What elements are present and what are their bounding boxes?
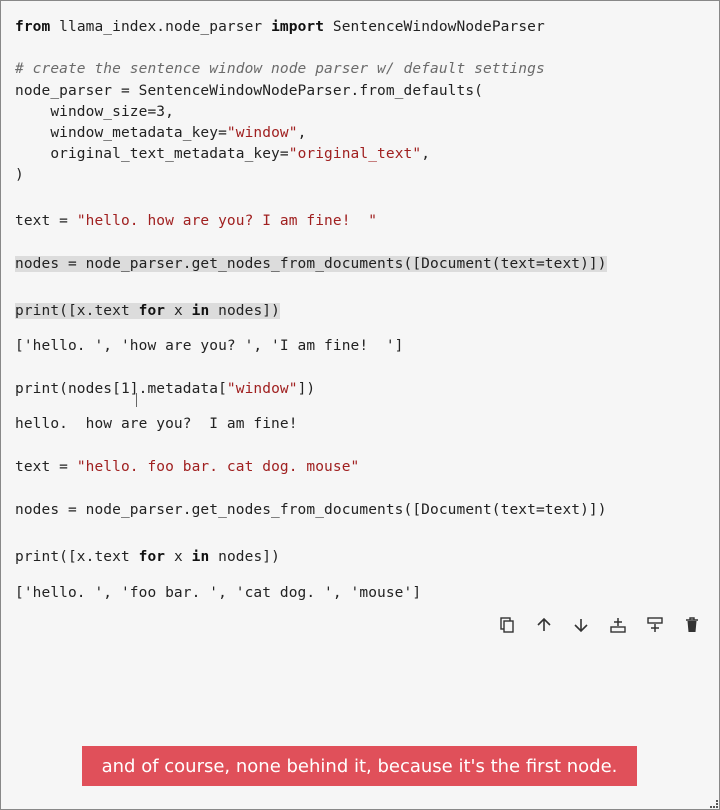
module-name: llama_index.node_parser — [50, 19, 272, 35]
keyword-for: for — [138, 303, 166, 319]
print-call: print([x.text — [15, 549, 139, 565]
code-line-print-2[interactable]: print(nodes[1].metadata["window"]) — [15, 379, 315, 399]
selected-code: nodes = node_parser.get_nodes_from_docum… — [15, 256, 607, 272]
duplicate-cell-button[interactable] — [488, 612, 525, 638]
import-name: SentenceWindowNodeParser — [324, 19, 545, 35]
print-call: print(nodes[1].metadata[ — [15, 381, 227, 397]
keyword-in: in — [191, 303, 210, 319]
code-line-window-size[interactable]: window_size=3, — [15, 102, 174, 122]
code-comment[interactable]: # create the sentence window node parser… — [15, 59, 545, 79]
string-literal: "hello. how are you? I am fine! " — [76, 213, 378, 229]
code-line-import[interactable]: from llama_index.node_parser import Sent… — [15, 17, 545, 37]
code-line-original-key[interactable]: original_text_metadata_key="original_tex… — [15, 144, 430, 164]
text-cursor — [136, 393, 139, 407]
keyword-from: from — [15, 19, 51, 35]
selected-print: print([x.text for x in nodes]) — [15, 303, 280, 319]
video-caption: and of course, none behind it, because i… — [82, 746, 637, 786]
code-line-print-3[interactable]: print([x.text for x in nodes]) — [15, 547, 280, 567]
keyword-in: in — [191, 549, 210, 565]
insert-above-icon — [646, 617, 663, 632]
move-down-button[interactable] — [562, 612, 599, 638]
move-up-button[interactable] — [525, 612, 562, 638]
insert-below-icon — [609, 618, 626, 633]
assignment: text = — [15, 213, 77, 229]
code-line-print-1[interactable]: print([x.text for x in nodes]) — [15, 301, 280, 321]
output-1: ['hello. ', 'how are you? ', 'I am fine!… — [15, 338, 404, 354]
code-line-window-key[interactable]: window_metadata_key="window", — [15, 123, 306, 143]
cell-toolbar — [488, 612, 710, 638]
arg-name: original_text_metadata_key= — [15, 146, 289, 162]
string-literal: "original_text" — [288, 146, 422, 162]
duplicate-icon — [499, 617, 514, 633]
insert-below-button[interactable] — [599, 612, 636, 638]
print-args: nodes]) — [209, 303, 280, 319]
resize-handle[interactable] — [710, 800, 718, 808]
move-up-icon — [536, 617, 551, 631]
code-line-close-paren[interactable]: ) — [15, 165, 24, 185]
comma: , — [421, 146, 431, 162]
arg-name: window_metadata_key= — [15, 125, 227, 141]
code-line-nodes-1[interactable]: nodes = node_parser.get_nodes_from_docum… — [15, 254, 607, 274]
output-3: ['hello. ', 'foo bar. ', 'cat dog. ', 'm… — [15, 585, 422, 601]
print-args: nodes]) — [209, 549, 280, 565]
assignment: text = — [15, 459, 77, 475]
delete-icon — [685, 617, 698, 632]
comma: , — [297, 125, 307, 141]
code-line-text-1[interactable]: text = "hello. how are you? I am fine! " — [15, 211, 377, 231]
insert-above-button[interactable] — [636, 612, 673, 638]
delete-cell-button[interactable] — [673, 612, 710, 638]
string-literal: "hello. foo bar. cat dog. mouse" — [76, 459, 360, 475]
move-down-icon — [573, 619, 588, 633]
string-literal: "window" — [226, 381, 298, 397]
code-line-node-parser[interactable]: node_parser = SentenceWindowNodeParser.f… — [15, 81, 483, 101]
code-line-nodes-2[interactable]: nodes = node_parser.get_nodes_from_docum… — [15, 500, 607, 520]
var-x: x — [165, 303, 192, 319]
var-x: x — [165, 549, 192, 565]
print-call: print([x.text — [15, 303, 139, 319]
keyword-import: import — [271, 19, 325, 35]
print-close: ]) — [297, 381, 316, 397]
string-literal: "window" — [226, 125, 298, 141]
code-line-text-2[interactable]: text = "hello. foo bar. cat dog. mouse" — [15, 457, 359, 477]
output-2: hello. how are you? I am fine! — [15, 416, 298, 432]
keyword-for: for — [138, 549, 166, 565]
